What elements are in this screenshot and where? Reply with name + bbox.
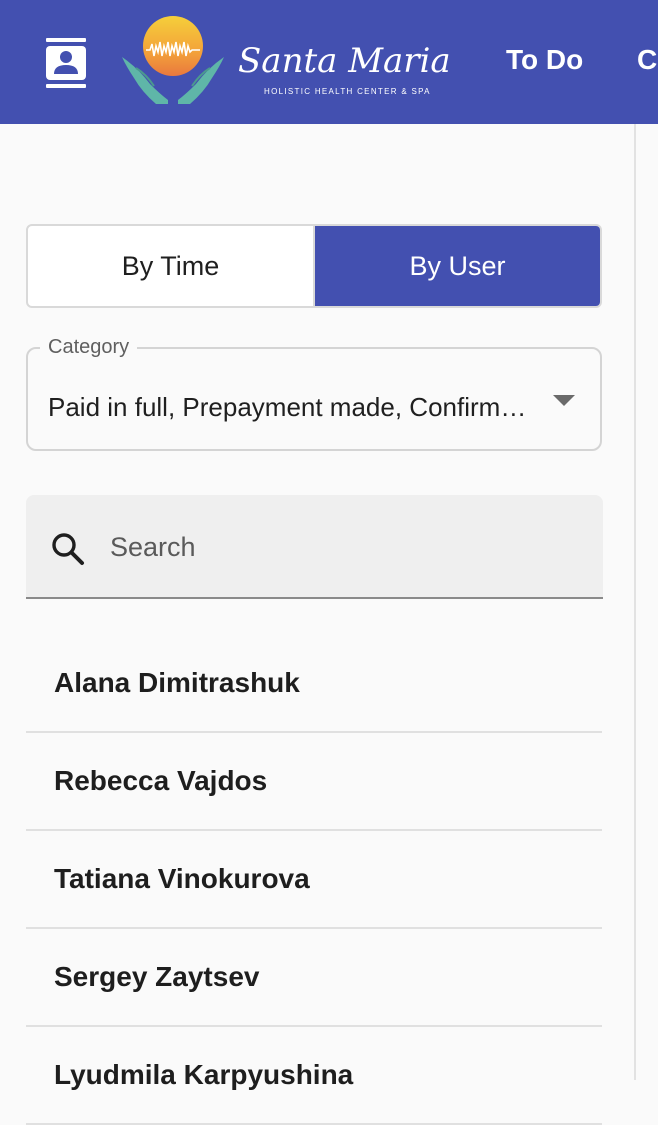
list-item[interactable]: Alana Dimitrashuk	[26, 635, 602, 733]
by-user-button[interactable]: By User	[315, 226, 600, 306]
chevron-down-icon[interactable]	[553, 395, 575, 406]
logo-tagline: HOLISTIC HEALTH CENTER & SPA	[264, 87, 431, 96]
contacts-icon[interactable]	[44, 38, 88, 88]
by-time-button[interactable]: By Time	[28, 226, 315, 306]
list-item[interactable]: Lyudmila Karpyushina	[26, 1027, 602, 1125]
category-value: Paid in full, Prepayment made, Confirmed	[48, 392, 528, 422]
app-header: Santa Maria HOLISTIC HEALTH CENTER & SPA…	[0, 0, 658, 124]
list-item[interactable]: Tatiana Vinokurova	[26, 831, 602, 929]
list-item[interactable]: Rebecca Vajdos	[26, 733, 602, 831]
category-label: Category	[40, 335, 138, 359]
view-toggle: By Time By User	[26, 224, 602, 308]
search-icon	[50, 531, 86, 567]
search-field[interactable]	[26, 495, 603, 599]
nav-next[interactable]: Ca	[637, 42, 658, 78]
santa-maria-logo[interactable]: Santa Maria HOLISTIC HEALTH CENTER & SPA	[120, 12, 451, 112]
nav-todo[interactable]: To Do	[506, 42, 583, 78]
category-select[interactable]: Category Paid in full, Prepayment made, …	[26, 335, 602, 451]
logo-name: Santa Maria	[238, 41, 450, 81]
panel-divider	[634, 124, 636, 1080]
user-list: Alana Dimitrashuk Rebecca Vajdos Tatiana…	[26, 635, 602, 1125]
search-input[interactable]	[110, 525, 580, 569]
list-item[interactable]: Sergey Zaytsev	[26, 929, 602, 1027]
